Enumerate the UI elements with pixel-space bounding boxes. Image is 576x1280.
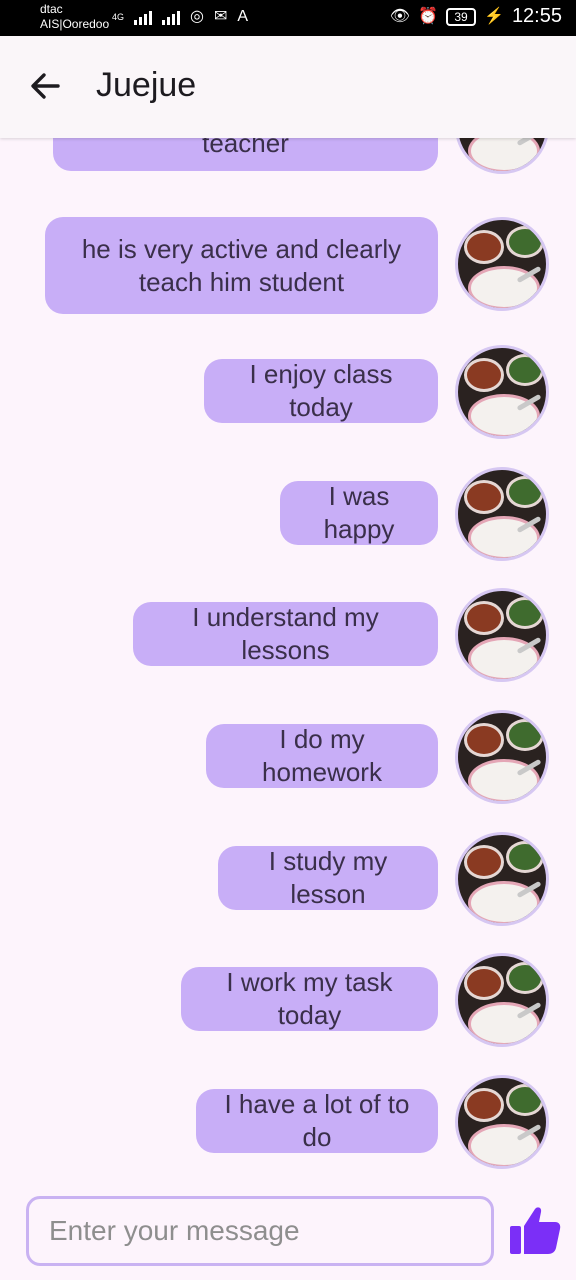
- message-text: I do my homework: [262, 724, 382, 787]
- alarm-icon: ⏰: [418, 7, 439, 25]
- message-bubble[interactable]: I enjoy class today: [204, 359, 438, 423]
- message-input[interactable]: [49, 1209, 469, 1253]
- eye-icon: 👁: [389, 7, 411, 25]
- message-bubble[interactable]: I have a lot of to do: [196, 1089, 438, 1153]
- message-text: I work my task today: [226, 967, 393, 1030]
- status-bar: dtac AIS|Ooredoo 4G ◎ ✉ A 👁 ⏰ 39 ⚡ 12:55: [0, 0, 576, 36]
- status-icons-right: 👁 ⏰ 39 ⚡ 12:55: [390, 5, 562, 28]
- carrier-1: dtac: [40, 2, 63, 16]
- avatar[interactable]: [455, 467, 549, 561]
- send-like-button[interactable]: [508, 1204, 562, 1256]
- message-list[interactable]: I'm very pleasant for my teacher he is v…: [0, 138, 576, 1178]
- message-bubble[interactable]: I study my lesson: [218, 846, 438, 910]
- avatar[interactable]: [455, 953, 549, 1047]
- message-bubble[interactable]: he is very active and clearly teach him …: [45, 217, 438, 314]
- app-bar: Juejue: [0, 36, 576, 138]
- message-text: I enjoy class today: [249, 359, 393, 422]
- avatar[interactable]: [455, 710, 549, 804]
- chat-title: Juejue: [96, 66, 197, 104]
- avatar[interactable]: [455, 138, 549, 174]
- thumbs-up-icon: [510, 1207, 561, 1254]
- message-bubble[interactable]: I understand my lessons: [133, 602, 438, 666]
- a-icon: A: [237, 8, 249, 25]
- message-text: he is very active and clearly teach him …: [81, 233, 402, 297]
- status-icons-left: 4G ◎ ✉ A: [112, 8, 248, 26]
- avatar[interactable]: [455, 345, 549, 439]
- avatar[interactable]: [455, 217, 549, 311]
- battery-icon: 39: [446, 7, 477, 26]
- avatar[interactable]: [455, 832, 549, 926]
- back-button[interactable]: [26, 66, 66, 106]
- arrow-left-icon: [31, 73, 60, 99]
- message-text: I understand my lessons: [192, 602, 379, 665]
- message-bubble[interactable]: I work my task today: [181, 967, 438, 1031]
- message-bubble[interactable]: I was happy: [280, 481, 438, 545]
- avatar[interactable]: [455, 588, 549, 682]
- network-type: 4G: [112, 11, 125, 22]
- carrier-2: AIS|Ooredoo: [40, 17, 110, 31]
- message-bubble[interactable]: I do my homework: [206, 724, 438, 788]
- message-text: I'm very pleasant for my teacher: [202, 138, 289, 158]
- message-text: I was happy: [323, 481, 395, 544]
- message-composer: [26, 1196, 494, 1266]
- carrier-info: dtac AIS|Ooredoo: [40, 2, 109, 32]
- hotspot-icon: ◎: [190, 8, 204, 25]
- signal-2-icon: [162, 9, 181, 25]
- clock: 12:55: [511, 5, 562, 27]
- charging-icon: ⚡: [484, 7, 504, 25]
- message-bubble[interactable]: I'm very pleasant for my teacher: [53, 138, 438, 171]
- mail-icon: ✉: [213, 8, 228, 25]
- avatar[interactable]: [455, 1075, 549, 1169]
- message-text: I have a lot of to do: [224, 1089, 410, 1152]
- signal-icon: [134, 9, 153, 25]
- message-text: I study my lesson: [268, 846, 388, 909]
